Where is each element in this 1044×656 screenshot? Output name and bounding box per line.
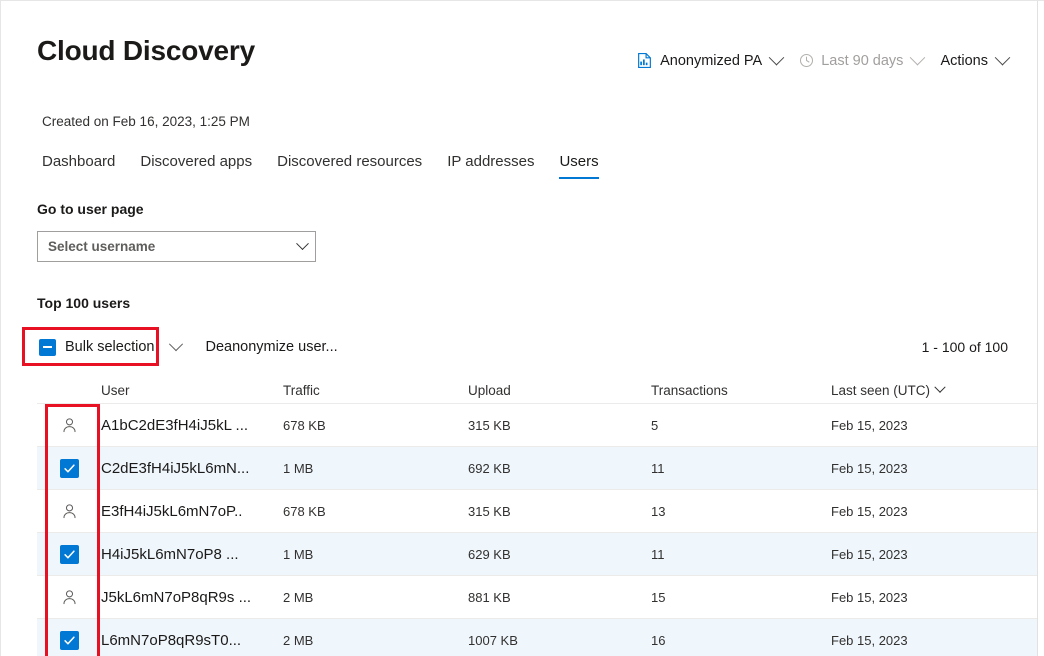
row-checkbox-checked[interactable]: [60, 631, 79, 650]
table-row[interactable]: E3fH4iJ5kL6mN7oP..678 KB315 KB13Feb 15, …: [37, 490, 1037, 533]
cell-user: L6mN7oP8qR9sT0...: [101, 632, 283, 649]
column-header-upload[interactable]: Upload: [468, 383, 651, 398]
actions-menu-label: Actions: [940, 53, 988, 69]
clock-icon: [799, 53, 814, 68]
column-header-last-seen[interactable]: Last seen (UTC): [831, 383, 1037, 398]
table-row[interactable]: L6mN7oP8qR9sT0...2 MB1007 KB16Feb 15, 20…: [37, 619, 1037, 656]
chevron-down-icon: [910, 50, 926, 66]
date-range-selector[interactable]: Last 90 days: [799, 53, 923, 69]
row-select-cell[interactable]: [37, 588, 101, 607]
cell-upload: 315 KB: [468, 504, 651, 519]
cell-traffic: 678 KB: [283, 418, 468, 433]
table-row[interactable]: H4iJ5kL6mN7oP8 ...1 MB629 KB11Feb 15, 20…: [37, 533, 1037, 576]
chevron-down-icon: [995, 50, 1011, 66]
cell-last-seen: Feb 15, 2023: [831, 590, 1037, 605]
cell-transactions: 15: [651, 590, 831, 605]
cell-transactions: 13: [651, 504, 831, 519]
cell-last-seen: Feb 15, 2023: [831, 547, 1037, 562]
row-avatar-person-icon[interactable]: [60, 588, 79, 607]
range-count: 1 - 100 of 100: [922, 339, 1008, 355]
username-select-value: Select username: [48, 239, 298, 254]
row-avatar-person-icon[interactable]: [60, 502, 79, 521]
tab-discovered-resources[interactable]: Discovered resources: [277, 153, 422, 179]
column-header-transactions[interactable]: Transactions: [651, 383, 831, 398]
cell-transactions: 11: [651, 461, 831, 476]
cell-user: E3fH4iJ5kL6mN7oP..: [101, 503, 283, 520]
report-selector[interactable]: Anonymized PA: [636, 52, 782, 69]
deanonymize-user-button[interactable]: Deanonymize user...: [205, 339, 337, 355]
table-row[interactable]: J5kL6mN7oP8qR9s ...2 MB881 KB15Feb 15, 2…: [37, 576, 1037, 619]
cell-traffic: 2 MB: [283, 633, 468, 648]
cell-transactions: 5: [651, 418, 831, 433]
row-avatar-person-icon[interactable]: [60, 416, 79, 435]
tab-ip-addresses[interactable]: IP addresses: [447, 153, 534, 179]
table-row[interactable]: C2dE3fH4iJ5kL6mN...1 MB692 KB11Feb 15, 2…: [37, 447, 1037, 490]
bulk-selection-checkbox-indeterminate-icon[interactable]: [39, 339, 56, 356]
row-select-cell[interactable]: [37, 545, 101, 564]
row-checkbox-checked[interactable]: [60, 459, 79, 478]
actions-menu[interactable]: Actions: [940, 53, 1008, 69]
cell-upload: 692 KB: [468, 461, 651, 476]
cell-last-seen: Feb 15, 2023: [831, 461, 1037, 476]
tab-dashboard[interactable]: Dashboard: [42, 153, 115, 179]
cell-traffic: 2 MB: [283, 590, 468, 605]
chevron-down-icon: [296, 237, 309, 250]
column-header-last-seen-label: Last seen (UTC): [831, 383, 930, 398]
table-row[interactable]: A1bC2dE3fH4iJ5kL ...678 KB315 KB5Feb 15,…: [37, 404, 1037, 447]
cell-user: H4iJ5kL6mN7oP8 ...: [101, 546, 283, 563]
cell-traffic: 1 MB: [283, 547, 468, 562]
column-header-traffic[interactable]: Traffic: [283, 383, 468, 398]
cell-last-seen: Feb 15, 2023: [831, 418, 1037, 433]
table-body: A1bC2dE3fH4iJ5kL ...678 KB315 KB5Feb 15,…: [37, 404, 1037, 656]
chevron-down-icon: [769, 50, 785, 66]
cell-transactions: 16: [651, 633, 831, 648]
cell-upload: 881 KB: [468, 590, 651, 605]
header-actions: Anonymized PA Last 90 days Actions: [636, 52, 1008, 69]
cell-traffic: 678 KB: [283, 504, 468, 519]
cell-upload: 315 KB: [468, 418, 651, 433]
username-select[interactable]: Select username: [37, 231, 316, 262]
column-header-user[interactable]: User: [101, 383, 283, 398]
tab-discovered-apps[interactable]: Discovered apps: [140, 153, 252, 179]
sort-descending-icon[interactable]: [934, 382, 945, 393]
report-icon: [636, 52, 653, 69]
users-table: User Traffic Upload Transactions Last se…: [37, 377, 1037, 656]
cell-upload: 1007 KB: [468, 633, 651, 648]
report-selector-label: Anonymized PA: [660, 53, 762, 69]
cell-traffic: 1 MB: [283, 461, 468, 476]
bulk-selection-button[interactable]: Bulk selection: [31, 339, 162, 356]
tab-bar: Dashboard Discovered apps Discovered res…: [42, 153, 599, 179]
created-on-text: Created on Feb 16, 2023, 1:25 PM: [42, 114, 250, 129]
row-select-cell[interactable]: [37, 631, 101, 650]
bulk-selection-label: Bulk selection: [65, 339, 154, 355]
cell-transactions: 11: [651, 547, 831, 562]
row-select-cell[interactable]: [37, 459, 101, 478]
cell-user: C2dE3fH4iJ5kL6mN...: [101, 460, 283, 477]
section-title: Top 100 users: [37, 295, 130, 311]
row-checkbox-checked[interactable]: [60, 545, 79, 564]
bulk-selection-chevron-down-icon[interactable]: [169, 337, 183, 351]
cell-last-seen: Feb 15, 2023: [831, 504, 1037, 519]
table-header-row: User Traffic Upload Transactions Last se…: [37, 377, 1037, 404]
cell-last-seen: Feb 15, 2023: [831, 633, 1037, 648]
date-range-label: Last 90 days: [821, 53, 903, 69]
row-select-cell[interactable]: [37, 502, 101, 521]
cell-upload: 629 KB: [468, 547, 651, 562]
tab-users[interactable]: Users: [559, 153, 598, 179]
cloud-discovery-page: Cloud Discovery Anonymized PA: [0, 0, 1044, 656]
cell-user: J5kL6mN7oP8qR9s ...: [101, 589, 283, 606]
cell-user: A1bC2dE3fH4iJ5kL ...: [101, 417, 283, 434]
command-bar: Bulk selection Deanonymize user... 1 - 1…: [31, 333, 1008, 361]
go-to-user-page-label: Go to user page: [37, 201, 144, 217]
right-divider: [1037, 1, 1038, 656]
row-select-cell[interactable]: [37, 416, 101, 435]
page-title: Cloud Discovery: [37, 35, 255, 67]
